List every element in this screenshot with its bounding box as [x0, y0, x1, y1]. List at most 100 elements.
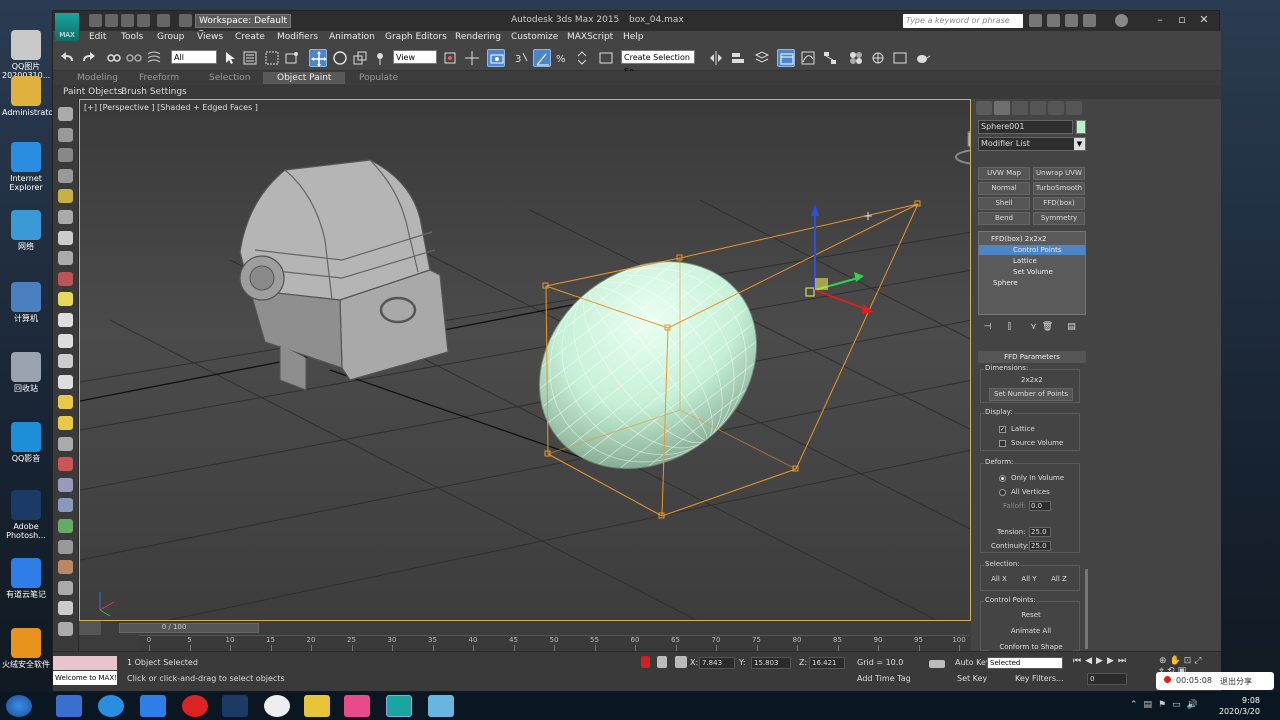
angle-snap-icon[interactable] — [533, 49, 551, 67]
object-paint-tool-icon[interactable] — [58, 374, 73, 389]
desktop-icon[interactable]: 火绒安全软件 — [2, 628, 50, 669]
selection-filter-dropdown[interactable]: All — [171, 50, 217, 64]
menu-item[interactable]: Modifiers — [277, 32, 318, 42]
reset-button[interactable]: Reset — [1001, 610, 1061, 623]
communication-icon[interactable] — [1065, 14, 1078, 27]
modifier-button[interactable]: TurboSmooth — [1033, 182, 1085, 195]
keyboard-shortcut-icon[interactable] — [487, 49, 505, 67]
object-paint-tool-icon[interactable] — [58, 519, 73, 533]
rect-selection-icon[interactable] — [263, 49, 281, 67]
object-paint-tool-icon[interactable] — [58, 436, 73, 451]
clock[interactable]: 9:08 2020/3/20 — [1219, 695, 1260, 717]
schematic-view-icon[interactable] — [821, 49, 839, 67]
note-taskbar-icon[interactable] — [140, 695, 166, 717]
object-paint-tool-icon[interactable] — [58, 560, 73, 575]
workspace-dropdown[interactable]: Workspace: Default ▾ — [195, 14, 291, 38]
menu-item[interactable]: Tools — [121, 32, 143, 42]
search-input[interactable]: Type a keyword or phrase — [903, 14, 1023, 28]
modifier-button[interactable]: Normal — [978, 182, 1030, 195]
object-paint-tool-icon[interactable] — [58, 601, 73, 616]
menu-item[interactable]: Graph Editors — [385, 32, 447, 42]
redo-tool-icon[interactable] — [79, 49, 97, 67]
configure-sets-icon[interactable]: ▤ — [1065, 322, 1078, 334]
modify-tab-icon[interactable] — [994, 101, 1010, 115]
object-paint-tool-icon[interactable] — [58, 148, 73, 163]
ribbon-tab[interactable]: Object Paint — [263, 72, 346, 84]
modifier-button[interactable]: UVW Map — [978, 167, 1030, 180]
modifier-button[interactable]: FFD(box) — [1033, 197, 1085, 210]
object-paint-tool-icon[interactable] — [58, 622, 73, 636]
stack-item[interactable]: FFD(box) 2x2x2 — [979, 234, 1085, 244]
timeline-menu-icon[interactable] — [79, 621, 101, 635]
align-icon[interactable] — [729, 49, 747, 67]
object-paint-tool-icon[interactable] — [58, 333, 73, 348]
continuity-spinner[interactable]: 25.0 — [1029, 541, 1051, 551]
modifier-button[interactable]: Unwrap UVW — [1033, 167, 1085, 180]
rollout-title[interactable]: FFD Parameters — [978, 351, 1086, 363]
x-coord-field[interactable]: 7.843 — [699, 657, 735, 669]
folder-taskbar-icon[interactable] — [304, 695, 330, 717]
maximize-button[interactable]: ▫ — [1171, 12, 1193, 28]
key-filters-button[interactable]: Key Filters... — [1015, 674, 1064, 683]
desktop-icon[interactable]: Adobe Photosh... — [2, 490, 50, 540]
stack-item[interactable]: Set Volume — [979, 267, 1085, 277]
subscription-icon[interactable] — [1047, 14, 1060, 27]
stack-item[interactable]: Lattice — [979, 256, 1085, 266]
desktop-icon[interactable]: 回收站 — [2, 352, 50, 393]
menu-item[interactable]: Views — [197, 32, 223, 42]
object-paint-tool-icon[interactable] — [58, 354, 73, 369]
object-paint-tool-icon[interactable] — [58, 477, 73, 492]
menu-item[interactable]: Rendering — [455, 32, 501, 42]
image-viewer-taskbar-icon[interactable] — [428, 695, 454, 717]
create-tab-icon[interactable] — [976, 101, 992, 115]
stack-item[interactable]: Sphere — [979, 278, 1085, 288]
add-time-tag[interactable]: Add Time Tag — [857, 674, 911, 683]
maxscript-listener[interactable]: Welcome to MAX! — [53, 656, 117, 686]
desktop-icon[interactable]: Internet Explorer — [2, 142, 50, 192]
all-z-button[interactable]: All Z — [1045, 574, 1073, 587]
move-icon[interactable] — [309, 49, 327, 67]
object-paint-tool-icon[interactable] — [58, 580, 73, 595]
menu-item[interactable]: MAXScript — [567, 32, 613, 42]
all-y-button[interactable]: All Y — [1015, 574, 1043, 587]
bind-spacewarp-icon[interactable] — [145, 49, 163, 67]
lattice-checkbox[interactable]: ✓ — [999, 426, 1006, 433]
menu-item[interactable]: Customize — [511, 32, 558, 42]
all-vertices-radio[interactable] — [999, 489, 1006, 496]
ribbon-sub-tab[interactable]: Brush Settings — [121, 87, 187, 97]
object-paint-tool-icon[interactable] — [58, 230, 73, 245]
close-button[interactable]: ✕ — [1193, 12, 1215, 28]
rotate-icon[interactable] — [331, 49, 349, 67]
all-x-button[interactable]: All X — [985, 574, 1013, 587]
z-coord-field[interactable]: 16.421 — [809, 657, 845, 669]
window-crossing-icon[interactable] — [283, 49, 301, 67]
undo-tool-icon[interactable] — [59, 49, 77, 67]
menu-item[interactable]: Edit — [89, 32, 106, 42]
ref-coord-dropdown[interactable]: View — [393, 50, 437, 64]
animate-all-button[interactable]: Animate All — [1001, 626, 1061, 639]
frame-ruler[interactable]: 0 5 10 15 20 25 30 35 40 45 50 55 60 65 70 75 80 85 90 95 10… — [139, 635, 969, 651]
set-key-button[interactable]: Set Key — [957, 674, 987, 683]
motion-tab-icon[interactable] — [1030, 101, 1046, 115]
hierarchy-tab-icon[interactable] — [1012, 101, 1028, 115]
spinner-snap-icon[interactable] — [573, 49, 591, 67]
viewport-label[interactable]: [+] [Perspective ] [Shaded + Edged Faces… — [84, 103, 258, 112]
key-mode-dropdown[interactable]: Selected — [987, 657, 1063, 669]
start-button-icon[interactable] — [6, 695, 32, 717]
set-number-of-points-button[interactable]: Set Number of Points — [989, 388, 1073, 401]
taskbar-app-icon[interactable] — [56, 695, 82, 717]
lock-selection-icon[interactable] — [657, 656, 667, 668]
ribbon-tab[interactable]: Modeling — [77, 73, 118, 83]
source-volume-checkbox[interactable] — [999, 440, 1006, 447]
place-icon[interactable] — [371, 49, 389, 67]
open-file-icon[interactable] — [105, 14, 118, 27]
named-selection-dropdown[interactable]: Create Selection Se — [621, 50, 695, 76]
menu-item[interactable]: Help — [623, 32, 644, 42]
object-paint-tool-icon[interactable] — [58, 251, 73, 266]
ribbon-tab[interactable]: Freeform — [139, 73, 179, 83]
object-paint-tool-icon[interactable] — [58, 292, 73, 307]
ribbon-tab[interactable]: Selection — [209, 73, 250, 83]
desktop-icon[interactable]: Administrator — [2, 76, 57, 117]
desktop-icon[interactable]: 网络 — [2, 210, 50, 251]
curve-editor-icon[interactable] — [799, 49, 817, 67]
